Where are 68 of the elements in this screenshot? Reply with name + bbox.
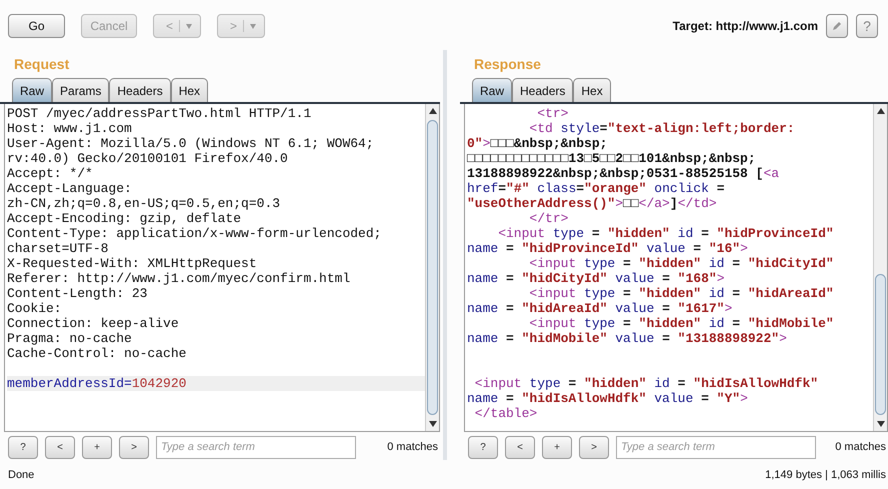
target-label: Target: http://www.j1.com [672,18,818,35]
code-line: Pragma: no-cache [7,331,132,346]
add-button[interactable]: + [542,436,572,458]
code-line: POST /myec/addressPartTwo.html HTTP/1.1 [7,106,312,121]
code-line: <input type = "hidden" id = "hidIsAllowHdfk" [474,376,818,391]
code-line: </table> [474,406,538,421]
code-line: Cookie: [7,301,62,316]
tab[interactable]: Params [52,78,110,102]
code-line: □□□□□□□□□□□□□13□5□□2□□101&nbsp;&nbsp; [467,151,756,166]
match-count: 0 matches [835,440,887,455]
code-line: name = "hidAreaId" value = "1617"> [467,301,732,316]
tab[interactable]: Hex [573,78,611,102]
code-line: </tr> [528,211,568,226]
code-line: 0">□□□&nbsp;&nbsp; [467,136,608,151]
next-button[interactable]: > [579,436,609,458]
scrollbar[interactable] [873,104,887,431]
code-line: Host: www.j1.com [7,121,132,136]
code-line: "useOtherAddress()">□□</a>]</td> [467,196,717,211]
code-line: Cache-Control: no-cache [7,346,186,361]
panel-title: Request [13,55,70,74]
caret-icon [186,24,192,28]
code-line: <input type = "hidden" id = "hidMobile" [528,316,834,331]
code-line: memberAddressId=1042920 [7,376,186,391]
response-stats: 1,149 bytes | 1,063 millis [765,468,886,483]
code-line: <td style="text-align:left;border: [528,121,795,136]
code-line: rv:40.0) Gecko/20100101 Firefox/40.0 [7,151,288,166]
tab[interactable]: Raw [12,78,52,102]
code-line: name = "hidMobile" value = "13188898922"> [467,331,787,346]
go-button[interactable]: Go [8,14,65,38]
match-count: 0 matches [387,440,439,455]
scrollbar[interactable] [425,104,439,431]
edit-button[interactable] [826,14,848,38]
pencil-icon [831,20,843,32]
caret-icon [250,24,256,28]
code-line: charset=UTF-8 [7,241,108,256]
code-line: zh-CN,zh;q=0.8,en-US;q=0.5,en;q=0.3 [7,196,280,211]
add-button[interactable]: + [82,436,112,458]
code-line: Referer: http://www.j1.com/myec/confirm.html [7,271,350,286]
tab[interactable]: Headers [512,78,574,102]
tab[interactable]: Headers [109,78,171,102]
code-line: Content-Length: 23 [7,286,148,301]
previous-button[interactable]: < [45,436,75,458]
code-line: User-Agent: Mozilla/5.0 (Windows NT 6.1; WOW64; [7,136,374,151]
status-text: Done [8,468,34,483]
code-line: name = "hidProvinceId" value = "16"> [467,241,748,256]
code-line: Accept-Language: [7,181,132,196]
code-line: name = "hidCityId" value = "168"> [467,271,724,286]
code-line: Connection: keep-alive [7,316,179,331]
code-line: <tr> [536,106,568,121]
code-line: Content-Type: application/x-www-form-urlencoded; [7,226,382,241]
code-line: Accept-Encoding: gzip, deflate [7,211,242,226]
code-line: href="#" class="orange" onclick = [467,181,725,196]
tab[interactable]: Raw [472,78,512,102]
code-line: <input type = "hidden" id = "hidAreaId" [528,286,834,301]
code-line: Accept: */* [7,166,93,181]
help-button[interactable]: ? [468,436,498,458]
code-line: name = "hidIsAllowHdfk" value = "Y"> [467,391,748,406]
code-line: <input type = "hidden" id = "hidCityId" [528,256,834,271]
search-field[interactable]: Type a search term [156,436,356,458]
panel-title: Response [473,55,542,74]
help-button[interactable]: ? [8,436,38,458]
code-line: <input type = "hidden" id = "hidProvinceId" [497,226,834,241]
code-line: 13188898922&nbsp;&nbsp;0531-88525158 [<a [467,166,780,181]
next-button[interactable]: > [119,436,149,458]
previous-button[interactable]: < [505,436,535,458]
code-line: X-Requested-With: XMLHttpRequest [7,256,257,271]
tab[interactable]: Hex [170,78,208,102]
search-field[interactable]: Type a search term [616,436,816,458]
